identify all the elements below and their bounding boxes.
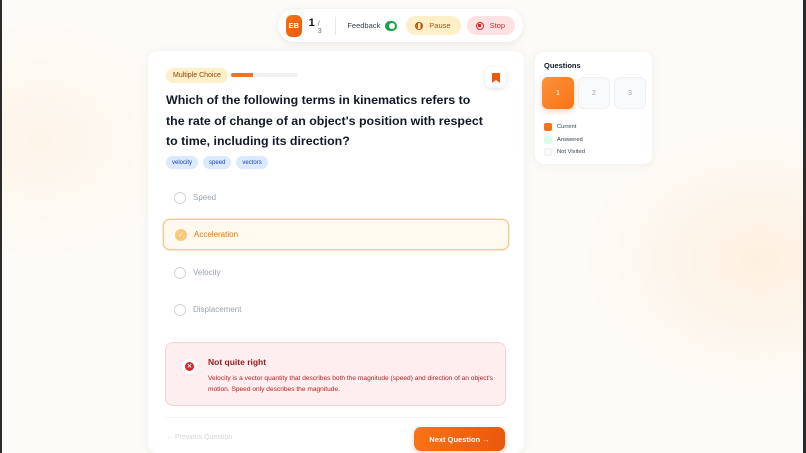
pause-button[interactable]: ❚❚ Pause: [406, 16, 461, 35]
pause-label: Pause: [429, 21, 451, 30]
tag: speed: [203, 156, 232, 169]
check-icon[interactable]: ✓: [175, 228, 187, 241]
feedback-panel: ✕ Not quite right Velocity is a vector q…: [165, 342, 506, 406]
legend-label: Not Visited: [557, 149, 585, 156]
question-number-list: 1 2 3: [542, 77, 646, 109]
bookmark-button[interactable]: [485, 67, 506, 88]
option-label: Speed: [193, 193, 217, 202]
legend-item: Not Visited: [544, 146, 585, 159]
legend-swatch-not-visited: [544, 148, 552, 157]
feedback-label: Feedback: [347, 21, 381, 30]
stop-button[interactable]: Stop: [466, 16, 515, 35]
option-label: Displacement: [193, 305, 242, 314]
feedback-title: Not quite right: [208, 357, 267, 367]
option-label: Velocity: [193, 268, 221, 277]
error-icon: ✕: [184, 361, 195, 372]
legend-swatch-answered: [544, 135, 552, 144]
question-text: Which of the following terms in kinemati…: [166, 93, 483, 148]
answer-option-velocity[interactable]: Velocity: [163, 257, 509, 288]
navigator-title: Questions: [544, 61, 581, 70]
option-label: Acceleration: [194, 230, 239, 239]
legend-label: Current: [557, 124, 577, 131]
answer-option-speed[interactable]: Speed: [163, 182, 509, 213]
question-card: Multiple Choice Which of the following t…: [148, 51, 524, 453]
quiz-toolbar: EB 1 / 3 Feedback ❚❚ Pause Stop: [278, 9, 523, 42]
question-nav-3[interactable]: 3: [614, 77, 646, 109]
bookmark-icon: [491, 72, 500, 83]
current-question-number: 1: [308, 16, 315, 29]
option-radio[interactable]: [174, 266, 186, 279]
answer-option-acceleration[interactable]: ✓ Acceleration: [163, 219, 509, 250]
tag: velocity: [166, 156, 199, 169]
question-nav-2[interactable]: 2: [578, 77, 610, 109]
tag: vectors: [236, 156, 268, 169]
option-radio[interactable]: [174, 191, 186, 204]
legend-label: Answered: [557, 136, 583, 143]
feedback-toggle[interactable]: [385, 20, 398, 31]
next-question-button[interactable]: Next Question →: [414, 427, 505, 451]
card-divider: [165, 417, 507, 418]
question-nav-1[interactable]: 1: [542, 77, 574, 109]
window-edge-left: [0, 0, 2, 453]
answer-option-displacement[interactable]: Displacement: [163, 294, 509, 325]
question-counter: 1 / 3: [309, 17, 322, 35]
question-navigator: Questions 1 2 3 Current Answered Not Vis…: [535, 52, 652, 164]
quiz-progress-bar: [231, 73, 298, 77]
legend-item: Answered: [544, 134, 585, 147]
avatar[interactable]: EB: [286, 14, 302, 37]
legend-item: Current: [544, 121, 585, 134]
quiz-progress-fill: [231, 73, 254, 77]
legend-swatch-current: [544, 123, 552, 132]
stop-label: Stop: [489, 21, 505, 30]
total-questions: / 3: [317, 20, 322, 35]
feedback-text: Velocity is a vector quantity that descr…: [208, 375, 493, 393]
navigator-legend: Current Answered Not Visited: [544, 121, 585, 159]
pause-icon: ❚❚: [415, 21, 424, 30]
toolbar-divider: [334, 16, 336, 35]
option-radio[interactable]: [174, 303, 186, 316]
previous-question-button[interactable]: ← Previous Question: [166, 434, 232, 441]
stop-icon: [475, 21, 484, 30]
tag-list: velocity speed vectors: [166, 156, 268, 169]
question-type-badge: Multiple Choice: [166, 68, 228, 83]
